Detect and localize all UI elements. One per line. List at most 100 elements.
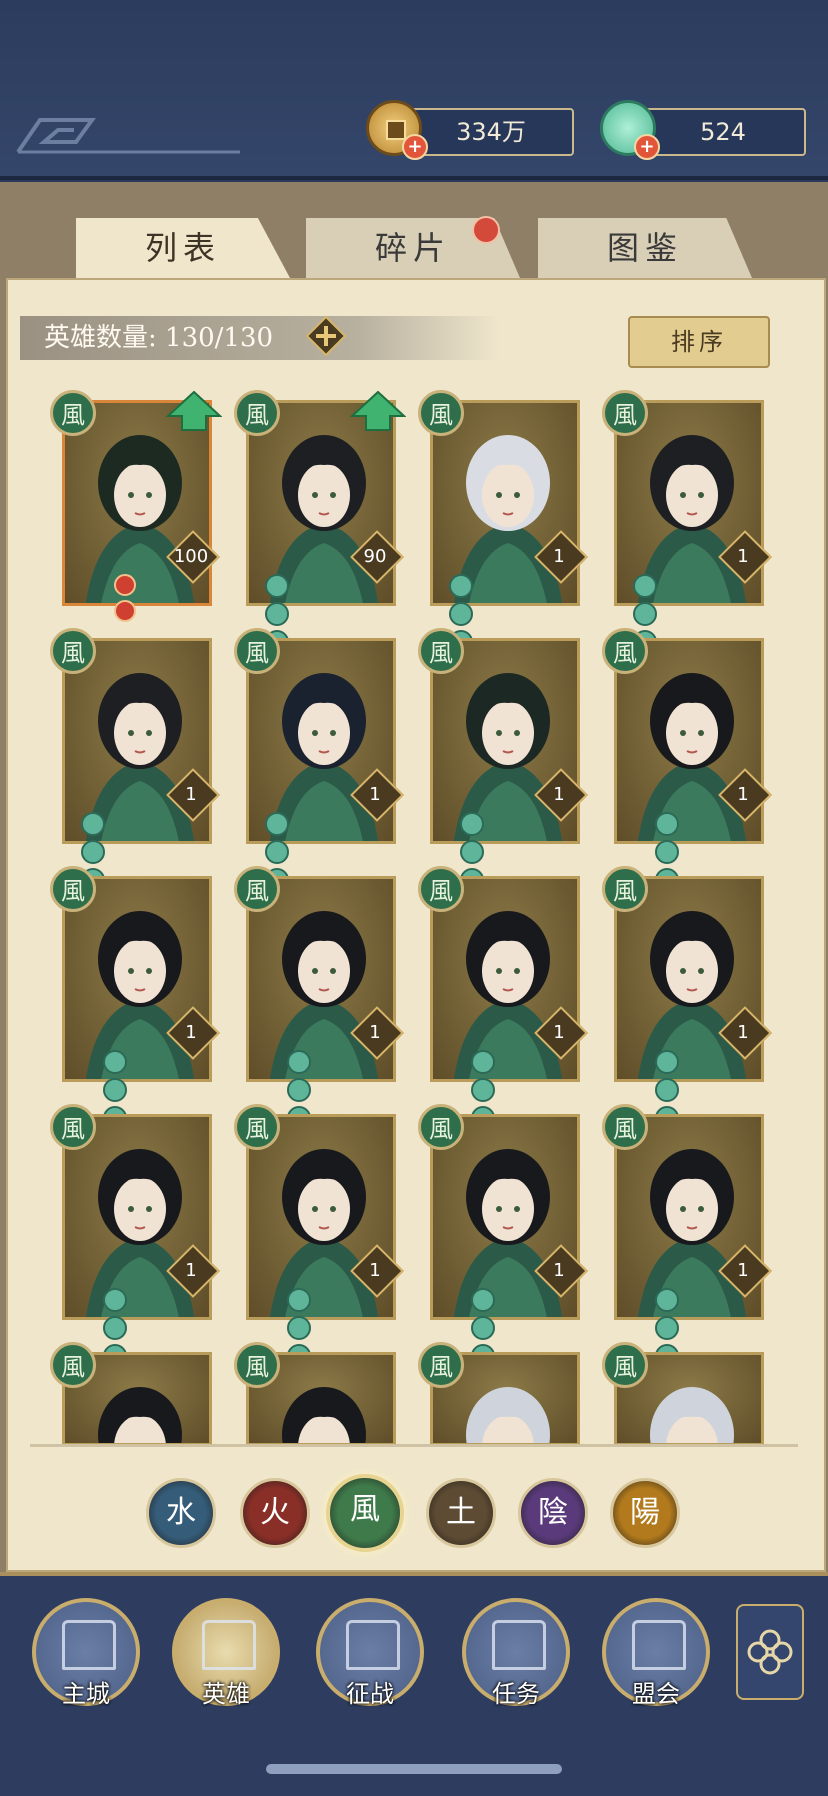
wind-element-badge: 風 [602, 1342, 648, 1388]
star-rating [655, 812, 679, 892]
add-gems-button[interactable]: + [634, 134, 660, 160]
star-icon [655, 1316, 679, 1340]
wind-element-badge: 風 [418, 866, 464, 912]
star-rating [471, 1050, 495, 1130]
wind-element-badge: 風 [234, 628, 280, 674]
war-drum-icon [346, 1620, 400, 1670]
star-icon [655, 812, 679, 836]
star-icon [265, 840, 289, 864]
element-filter-1[interactable]: 火 [240, 1478, 310, 1548]
star-icon [81, 840, 105, 864]
star-icon [471, 1078, 495, 1102]
sort-button[interactable]: 排序 [628, 316, 770, 368]
notification-dot [472, 216, 500, 244]
hero-level: 1 [185, 784, 197, 805]
star-icon [287, 1078, 311, 1102]
upgrade-arrow-icon [350, 390, 406, 431]
star-icon [287, 1316, 311, 1340]
nav-label: 任务 [492, 1680, 540, 1708]
wind-element-badge: 風 [418, 390, 464, 436]
hero-portrait-icon [202, 1620, 256, 1670]
star-icon [655, 1288, 679, 1312]
star-rating [471, 1288, 495, 1368]
star-rating [633, 574, 657, 710]
star-icon [449, 574, 473, 598]
star-icon [103, 1078, 127, 1102]
star-rating [449, 574, 473, 710]
star-icon [81, 812, 105, 836]
hero-level: 1 [369, 784, 381, 805]
nav-label: 主城 [62, 1680, 110, 1708]
element-filter-5[interactable]: 陽 [610, 1478, 680, 1548]
nav-label: 征战 [346, 1680, 394, 1708]
star-icon [633, 602, 657, 626]
star-icon [287, 1288, 311, 1312]
star-rating [114, 574, 136, 622]
star-icon [265, 574, 289, 598]
wind-element-badge: 風 [234, 390, 280, 436]
hero-level: 1 [553, 1260, 565, 1281]
star-icon [471, 1050, 495, 1074]
filter-divider [30, 1444, 798, 1447]
star-icon [114, 574, 136, 596]
wind-element-badge: 風 [234, 1342, 280, 1388]
wind-element-badge: 風 [602, 390, 648, 436]
coin-counter: 334万 [408, 108, 574, 156]
hero-count: 英雄数量: 130/130 [20, 316, 500, 360]
element-filter-4[interactable]: 陰 [518, 1478, 588, 1548]
hero-count-value: 130/130 [165, 323, 274, 353]
wind-element-badge: 風 [234, 866, 280, 912]
alliance-pavilion-icon [632, 1620, 686, 1670]
element-filter-3[interactable]: 土 [426, 1478, 496, 1548]
top-bar-divider [0, 176, 828, 180]
hero-level: 1 [369, 1260, 381, 1281]
hero-level: 1 [737, 1260, 749, 1281]
star-rating [265, 812, 289, 948]
expand-capacity-button[interactable] [306, 316, 346, 356]
hero-level: 90 [363, 546, 387, 567]
hero-level: 100 [173, 546, 209, 567]
star-icon [655, 1078, 679, 1102]
star-icon [265, 602, 289, 626]
hero-level: 1 [553, 784, 565, 805]
hero-level: 1 [737, 546, 749, 567]
wind-element-badge: 風 [418, 1342, 464, 1388]
star-icon [655, 840, 679, 864]
star-rating [655, 1288, 679, 1368]
hero-level: 1 [369, 1022, 381, 1043]
wind-element-badge: 風 [602, 1104, 648, 1150]
gem-counter: 524 [640, 108, 806, 156]
tab-list[interactable]: 列表 [76, 218, 290, 278]
element-filter-2[interactable]: 風 [326, 1474, 404, 1552]
star-icon [103, 1288, 127, 1312]
hero-level: 1 [737, 784, 749, 805]
hero-level: 1 [185, 1260, 197, 1281]
home-indicator [266, 1764, 562, 1774]
nav-label: 盟会 [632, 1680, 680, 1708]
scroll-bell-icon [492, 1620, 546, 1670]
hero-count-label: 英雄数量: [44, 323, 157, 353]
star-rating [287, 1288, 311, 1368]
wind-element-badge: 風 [234, 1104, 280, 1150]
hero-level: 1 [185, 1022, 197, 1043]
hero-level: 1 [553, 546, 565, 567]
add-coins-button[interactable]: + [402, 134, 428, 160]
cloud-pattern-icon [16, 118, 240, 154]
wind-element-badge: 風 [50, 628, 96, 674]
star-rating [103, 1050, 127, 1130]
star-icon [460, 840, 484, 864]
more-menu-button[interactable] [736, 1604, 804, 1700]
hero-level: 1 [737, 1022, 749, 1043]
star-rating [103, 1288, 127, 1368]
star-icon [114, 600, 136, 622]
wind-element-badge: 風 [602, 866, 648, 912]
star-icon [103, 1316, 127, 1340]
city-gate-icon [62, 1620, 116, 1670]
star-rating [287, 1050, 311, 1130]
element-filter-0[interactable]: 水 [146, 1478, 216, 1548]
tab-codex[interactable]: 图鉴 [538, 218, 752, 278]
wind-element-badge: 風 [602, 628, 648, 674]
lattice-menu-icon [747, 1629, 793, 1675]
wind-element-badge: 風 [50, 1104, 96, 1150]
wind-element-badge: 風 [50, 390, 96, 436]
